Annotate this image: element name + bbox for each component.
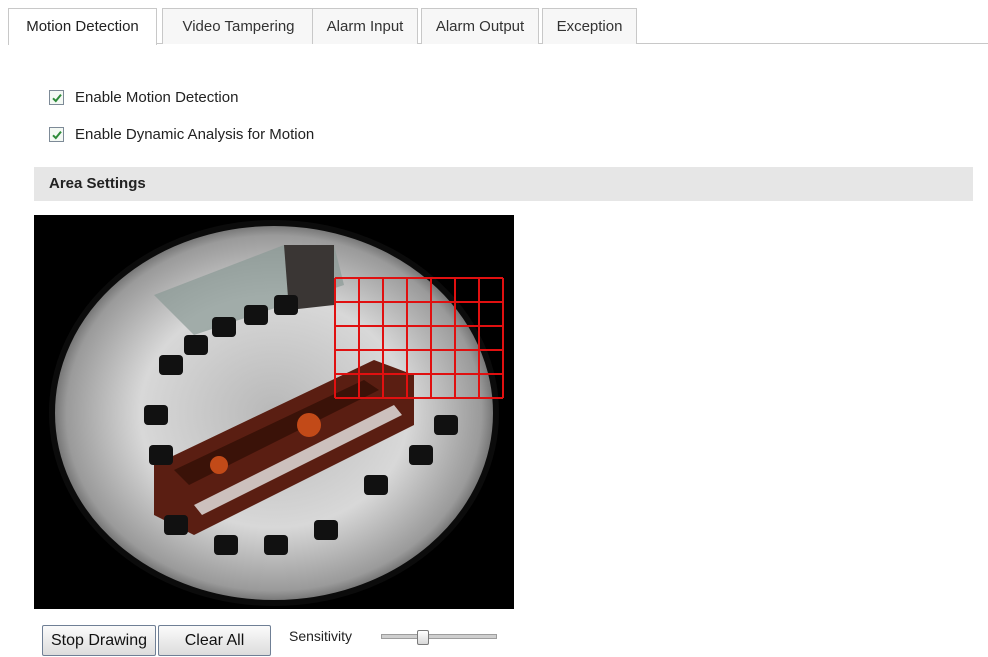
enable-motion-detection-checkbox[interactable]	[49, 89, 64, 105]
tab-motion-detection[interactable]: Motion Detection	[8, 8, 157, 45]
tab-exception[interactable]: Exception	[542, 8, 637, 44]
tab-alarm-input[interactable]: Alarm Input	[312, 8, 418, 44]
enable-dynamic-analysis-row: Enable Dynamic Analysis for Motion	[49, 124, 314, 144]
area-settings-title: Area Settings	[49, 175, 146, 192]
tab-video-tampering[interactable]: Video Tampering	[162, 8, 315, 44]
stop-drawing-button[interactable]: Stop Drawing	[42, 625, 156, 656]
sensitivity-slider[interactable]	[381, 630, 499, 645]
enable-dynamic-analysis-label: Enable Dynamic Analysis for Motion	[75, 125, 315, 143]
slider-thumb[interactable]	[417, 630, 429, 645]
enable-dynamic-analysis-checkbox[interactable]	[49, 126, 64, 142]
enable-motion-detection-row: Enable Motion Detection	[49, 87, 238, 107]
slider-track	[381, 634, 497, 639]
video-preview[interactable]	[34, 215, 514, 609]
clear-all-button[interactable]: Clear All	[158, 625, 271, 656]
tab-alarm-output[interactable]: Alarm Output	[421, 8, 539, 44]
sensitivity-label: Sensitivity	[289, 628, 353, 644]
enable-motion-detection-label: Enable Motion Detection	[75, 88, 239, 106]
fisheye-camera-view	[34, 215, 514, 609]
checkmark-icon	[52, 93, 62, 102]
area-settings-header: Area Settings	[34, 167, 973, 201]
checkmark-icon	[52, 130, 62, 139]
tab-bar: Motion Detection Video Tampering Alarm I…	[8, 8, 988, 45]
